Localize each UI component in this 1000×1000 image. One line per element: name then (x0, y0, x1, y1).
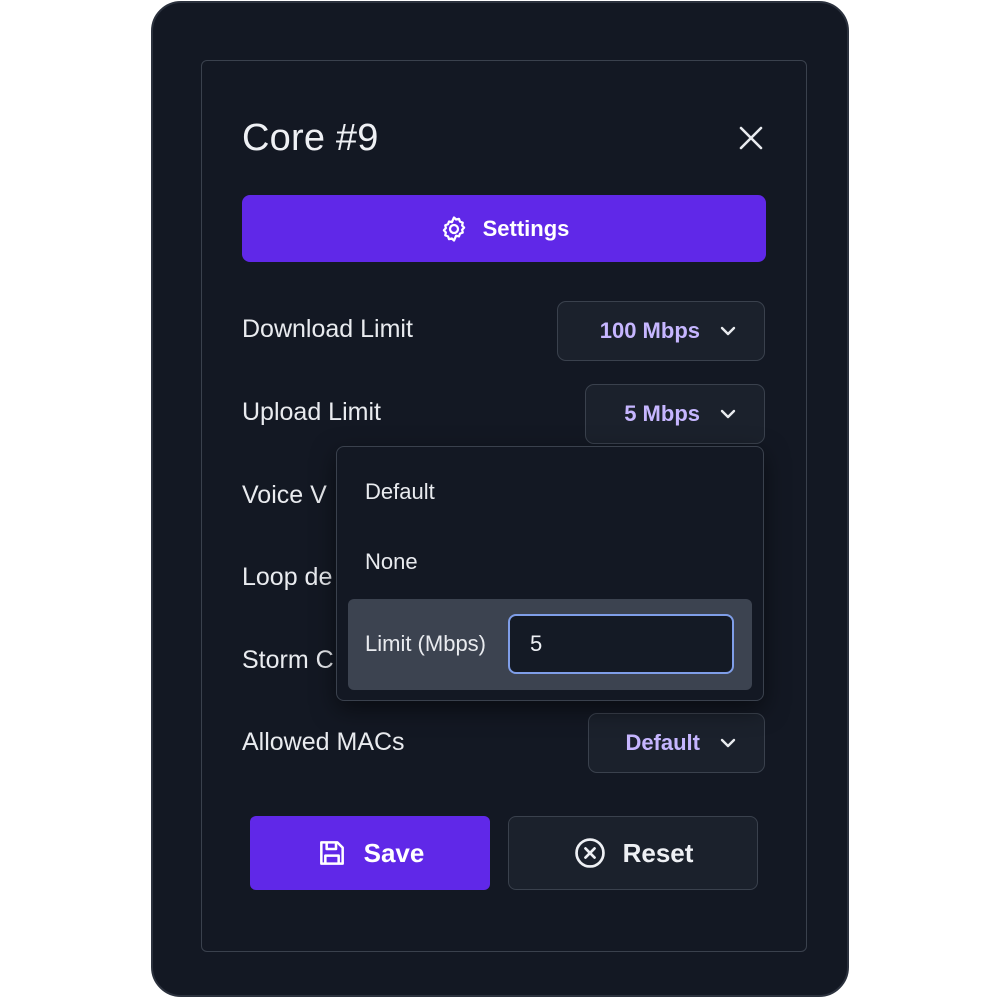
device-frame: Core #9 Settings Download Limit 100 Mbps… (151, 1, 849, 997)
reset-button-label: Reset (622, 837, 694, 868)
reset-button[interactable]: Reset (508, 816, 758, 890)
allowed-macs-dropdown[interactable]: Default (588, 713, 765, 773)
storm-control-label: Storm C (242, 646, 334, 674)
download-limit-dropdown[interactable]: 100 Mbps (557, 301, 765, 361)
save-button-label: Save (363, 837, 425, 868)
close-icon[interactable] (734, 121, 768, 155)
save-button[interactable]: Save (250, 816, 490, 890)
menu-option-limit[interactable]: Limit (Mbps) (348, 599, 752, 690)
limit-mbps-input[interactable] (508, 614, 734, 674)
allowed-macs-value: Default (625, 730, 700, 755)
menu-option-none[interactable]: None (365, 549, 418, 575)
download-limit-label: Download Limit (242, 315, 413, 343)
circle-x-icon (574, 838, 605, 868)
download-limit-value: 100 Mbps (599, 318, 700, 343)
limit-mbps-label: Limit (Mbps) (365, 631, 487, 656)
upload-limit-menu: Default None Limit (Mbps) (336, 446, 764, 701)
upload-limit-dropdown[interactable]: 5 Mbps (585, 384, 765, 444)
floppy-disk-icon (319, 841, 344, 865)
chevron-down-icon (720, 326, 736, 336)
loop-detection-label: Loop de (242, 563, 333, 591)
upload-limit-label: Upload Limit (242, 398, 381, 426)
settings-button-label: Settings (482, 215, 570, 241)
core-settings-dialog: Core #9 Settings Download Limit 100 Mbps… (201, 60, 807, 952)
chevron-down-icon (720, 409, 736, 419)
gear-icon (442, 215, 465, 242)
upload-limit-value: 5 Mbps (624, 401, 700, 426)
menu-option-default[interactable]: Default (365, 479, 435, 505)
voice-vlan-label: Voice V (242, 481, 327, 509)
dialog-title: Core #9 (242, 117, 379, 159)
allowed-macs-label: Allowed MACs (242, 728, 405, 756)
chevron-down-icon (720, 738, 736, 748)
settings-button[interactable]: Settings (242, 195, 766, 262)
